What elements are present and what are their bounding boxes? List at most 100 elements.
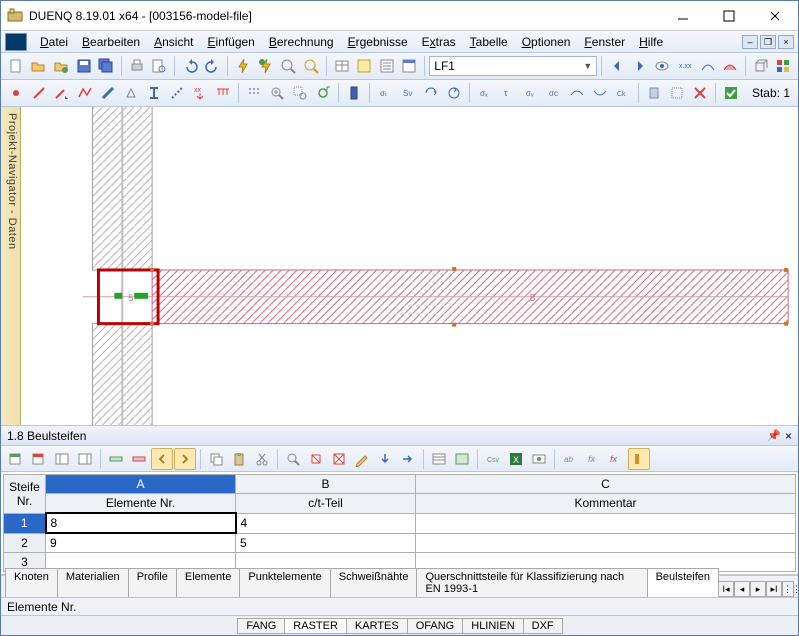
support-button[interactable] (120, 82, 142, 104)
undo-button[interactable] (179, 55, 201, 77)
open-project-button[interactable] (50, 55, 72, 77)
copy-button[interactable] (205, 448, 227, 470)
load-arrow-button[interactable]: xx (189, 82, 211, 104)
next-arrow-button[interactable] (629, 55, 651, 77)
table-tab[interactable]: Querschnittsteile für Klassifizierung na… (416, 568, 647, 597)
cell[interactable]: 4 (236, 513, 416, 533)
color-palette-button[interactable] (773, 55, 795, 77)
highlight-button[interactable] (628, 448, 650, 470)
column-letter-c[interactable]: C (416, 475, 796, 494)
footer-tab-ofang[interactable]: OFANG (407, 618, 464, 634)
clear-button[interactable] (305, 448, 327, 470)
table-tab[interactable]: Knoten (5, 568, 58, 597)
menu-ergebnisse[interactable]: Ergebnisse (341, 33, 415, 51)
close-button[interactable] (752, 1, 798, 31)
sigma-v-button[interactable]: σᵥ (520, 82, 542, 104)
fill-right-button[interactable] (397, 448, 419, 470)
table-layout2-button[interactable] (74, 448, 96, 470)
open-file-button[interactable] (28, 55, 50, 77)
zoom-button[interactable] (278, 55, 300, 77)
menu-einfügen[interactable]: Einfügen (200, 33, 261, 51)
menu-fenster[interactable]: Fenster (577, 33, 632, 51)
edit-cell-button[interactable] (351, 448, 373, 470)
menu-tabelle[interactable]: Tabelle (463, 33, 515, 51)
table-filter-button[interactable] (451, 448, 473, 470)
panel-button[interactable] (353, 55, 375, 77)
menu-datei[interactable]: Datei (33, 33, 75, 51)
footer-tab-fang[interactable]: FANG (237, 618, 285, 634)
row-nav-left-button[interactable] (151, 448, 173, 470)
save-button[interactable] (73, 55, 95, 77)
pin-icon[interactable]: 📌 (767, 429, 781, 443)
footer-tab-dxf[interactable]: DXF (523, 618, 563, 634)
cell[interactable]: 5 (236, 533, 416, 553)
snap-grid-button[interactable] (243, 82, 265, 104)
export-csv-button[interactable]: Csv (482, 448, 504, 470)
cell[interactable] (416, 533, 796, 553)
column-header-b[interactable]: c/t-Teil (236, 494, 416, 514)
table-previous-button[interactable] (5, 448, 27, 470)
tab-last-button[interactable]: ▸I (766, 581, 782, 597)
sigma-c-button[interactable]: σc (543, 82, 565, 104)
tab-next-button[interactable]: ▸ (750, 581, 766, 597)
bending-curved-button[interactable] (589, 82, 611, 104)
menu-bearbeiten[interactable]: Bearbeiten (75, 33, 147, 51)
footer-tab-hlinien[interactable]: HLINIEN (462, 618, 523, 634)
sigma-x-button[interactable]: σₓ (474, 82, 496, 104)
section-render-button[interactable] (643, 82, 665, 104)
zoom-area-button[interactable] (300, 55, 322, 77)
print-button[interactable] (126, 55, 148, 77)
cell[interactable]: 9 (46, 533, 236, 553)
dashed-member-button[interactable] (166, 82, 188, 104)
row-nav-right-button[interactable] (174, 448, 196, 470)
data-grid[interactable]: Steife Nr. A B C Elemente Nr. c/t-Teil K… (3, 474, 796, 572)
member-button[interactable] (97, 82, 119, 104)
isometric-button[interactable] (750, 55, 772, 77)
comment-button[interactable]: ab (559, 448, 581, 470)
column-header-a[interactable]: Elemente Nr. (46, 494, 236, 514)
footer-tab-kartes[interactable]: KARTES (346, 618, 408, 634)
project-navigator-tab[interactable]: Projekt-Navigator - Daten (1, 107, 21, 425)
table-tab[interactable]: Materialien (57, 568, 129, 597)
mdi-close-button[interactable]: × (778, 35, 794, 49)
table-tab[interactable]: Schweißnähte (330, 568, 418, 597)
table-next-button[interactable] (28, 448, 50, 470)
prev-arrow-button[interactable] (606, 55, 628, 77)
sv-button[interactable]: Sv (397, 82, 419, 104)
remove-fx-button[interactable]: fx (605, 448, 627, 470)
maximize-button[interactable] (706, 1, 752, 31)
fill-down-button[interactable] (374, 448, 396, 470)
table-layout1-button[interactable] (51, 448, 73, 470)
footer-tab-raster[interactable]: RASTER (284, 618, 347, 634)
menu-hilfe[interactable]: Hilfe (632, 33, 670, 51)
print-preview-button[interactable] (149, 55, 171, 77)
moment-arrow-button[interactable] (420, 82, 442, 104)
row-header[interactable]: 2 (4, 533, 46, 553)
wireframe-button[interactable] (666, 82, 688, 104)
properties-button[interactable] (399, 55, 421, 77)
tab-first-button[interactable]: I◂ (718, 581, 734, 597)
tau-button[interactable]: τ (497, 82, 519, 104)
panel-close-icon[interactable]: × (785, 429, 792, 443)
zoom-extents-button[interactable] (266, 82, 288, 104)
minimize-button[interactable] (660, 1, 706, 31)
paste-button[interactable] (228, 448, 250, 470)
tab-resize-handle[interactable]: ⋮⋮ (782, 581, 794, 597)
menu-optionen[interactable]: Optionen (515, 33, 578, 51)
visibility-eye-button[interactable] (651, 55, 673, 77)
distributed-load-button[interactable] (212, 82, 234, 104)
dimension-button[interactable]: x.xx (674, 55, 696, 77)
zoom-window-button[interactable] (289, 82, 311, 104)
i-section-button[interactable] (143, 82, 165, 104)
node-button[interactable] (5, 82, 27, 104)
save-all-button[interactable] (95, 55, 117, 77)
ck-button[interactable]: Ck (612, 82, 634, 104)
sigma-t-button[interactable]: σₜ (374, 82, 396, 104)
insert-row-button[interactable] (105, 448, 127, 470)
refresh-button[interactable] (312, 82, 334, 104)
deformation-button[interactable] (697, 55, 719, 77)
mdi-minimize-button[interactable]: – (742, 35, 758, 49)
calc-lightning-button[interactable] (232, 55, 254, 77)
redo-button[interactable] (202, 55, 224, 77)
delete-row-button[interactable] (128, 448, 150, 470)
